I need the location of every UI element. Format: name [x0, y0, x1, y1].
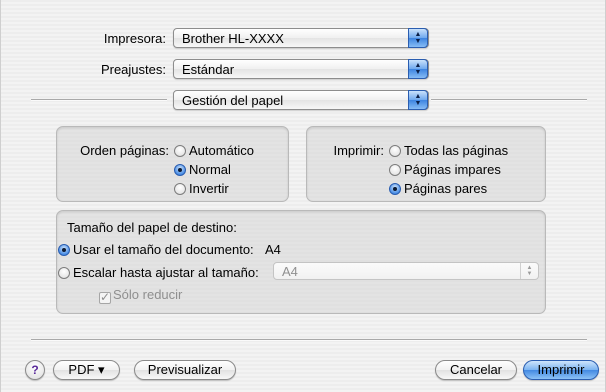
- page-order-label: Orden páginas:: [80, 143, 169, 158]
- radio-normal[interactable]: Normal: [174, 162, 231, 177]
- up-down-arrows-icon: ▲ ▼: [520, 263, 538, 279]
- up-down-arrows-icon: ▲ ▼: [408, 90, 428, 110]
- print-pages-label: Imprimir:: [333, 143, 384, 158]
- checkmark-icon: ✓: [99, 290, 111, 304]
- preview-button[interactable]: Previsualizar: [134, 360, 236, 380]
- printer-value: Brother HL-XXXX: [182, 31, 284, 46]
- scale-size-popup[interactable]: A4 ▲ ▼: [273, 262, 539, 280]
- radio-button-icon: [174, 183, 186, 195]
- radio-label: Escalar hasta ajustar al tamaño:: [73, 265, 259, 280]
- separator: [31, 339, 587, 341]
- separator: [431, 99, 587, 101]
- radio-button-icon: [58, 267, 70, 279]
- radio-selected-icon: [389, 183, 401, 195]
- pdf-button[interactable]: PDF ▾: [53, 360, 120, 380]
- printer-popup[interactable]: Brother HL-XXXX ▲ ▼: [173, 28, 429, 48]
- separator: [31, 99, 167, 101]
- only-reduce-label: Sólo reducir: [113, 287, 183, 302]
- scale-size-value: A4: [282, 264, 298, 279]
- document-size-value: A4: [265, 242, 281, 257]
- print-button[interactable]: Imprimir: [523, 360, 599, 380]
- radio-odd-pages[interactable]: Páginas impares: [389, 162, 501, 177]
- radio-button-icon: [389, 164, 401, 176]
- radio-label: Páginas pares: [404, 181, 488, 196]
- cancel-button[interactable]: Cancelar: [435, 360, 517, 380]
- radio-selected-icon: [58, 244, 70, 256]
- radio-even-pages[interactable]: Páginas pares: [389, 181, 487, 196]
- destination-title: Tamaño del papel de destino:: [67, 220, 237, 235]
- help-icon[interactable]: ?: [25, 360, 45, 380]
- radio-selected-icon: [174, 164, 186, 176]
- up-down-arrows-icon: ▲ ▼: [408, 59, 428, 79]
- radio-label: Automático: [189, 143, 255, 158]
- radio-scale-to-fit[interactable]: Escalar hasta ajustar al tamaño:: [58, 265, 259, 280]
- radio-label: Usar el tamaño del documento:: [73, 242, 254, 257]
- page-order-group: [56, 126, 289, 202]
- up-down-arrows-icon: ▲ ▼: [408, 28, 428, 48]
- presets-label: Preajustes:: [100, 62, 166, 77]
- radio-label: Todas las páginas: [404, 143, 509, 158]
- panel-menu-value: Gestión del papel: [182, 93, 284, 108]
- radio-label: Páginas impares: [404, 162, 501, 177]
- radio-reverse[interactable]: Invertir: [174, 181, 229, 196]
- radio-all-pages[interactable]: Todas las páginas: [389, 143, 508, 158]
- print-dialog: Impresora: Brother HL-XXXX ▲ ▼ Preajustes…: [0, 0, 606, 392]
- radio-automatic[interactable]: Automático: [174, 143, 254, 158]
- radio-label: Normal: [189, 162, 231, 177]
- radio-use-document-size[interactable]: Usar el tamaño del documento:: [58, 242, 254, 257]
- panel-menu-popup[interactable]: Gestión del papel ▲ ▼: [173, 90, 429, 110]
- presets-value: Estándar: [182, 62, 235, 77]
- radio-label: Invertir: [189, 181, 229, 196]
- printer-label: Impresora:: [103, 31, 166, 46]
- presets-popup[interactable]: Estándar ▲ ▼: [173, 59, 429, 79]
- radio-button-icon: [389, 145, 401, 157]
- radio-button-icon: [174, 145, 186, 157]
- only-reduce-checkbox[interactable]: ✓ Sólo reducir: [99, 287, 182, 304]
